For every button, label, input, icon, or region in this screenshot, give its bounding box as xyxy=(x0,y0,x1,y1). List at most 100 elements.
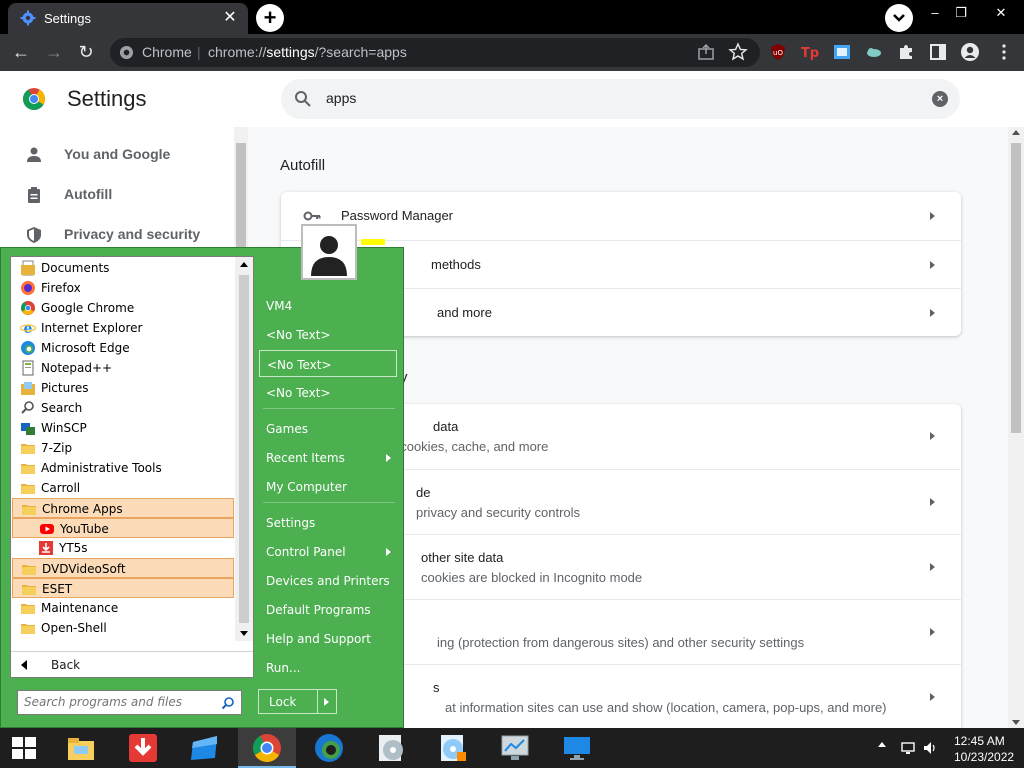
clock-time[interactable]: 12:45 AM xyxy=(954,734,1005,748)
start-menu-item-label: Devices and Printers xyxy=(266,574,390,588)
scroll-up-icon[interactable] xyxy=(1012,130,1020,135)
start-menu-item[interactable]: Recent Items xyxy=(259,444,397,471)
close-window-button[interactable]: ✕ xyxy=(986,2,1016,24)
back-arrow-icon xyxy=(21,660,27,670)
sidebar-item-autofill[interactable]: Autofill xyxy=(0,174,234,214)
start-menu-item[interactable]: VM4 xyxy=(259,292,397,319)
start-search-box[interactable] xyxy=(17,690,242,715)
start-menu-item[interactable]: Default Programs xyxy=(259,596,397,623)
program-item[interactable]: Documents xyxy=(12,258,234,278)
new-tab-button[interactable]: + xyxy=(256,4,284,32)
start-menu-item[interactable]: <No Text> xyxy=(259,379,397,406)
program-item[interactable]: e Internet Explorer xyxy=(12,318,234,338)
tab-settings[interactable]: Settings ✕ xyxy=(8,3,248,34)
program-item[interactable]: Carroll xyxy=(12,478,234,498)
scroll-thumb[interactable] xyxy=(236,143,246,249)
taskbar-app-button[interactable] xyxy=(114,728,172,768)
taskbar-app-button[interactable] xyxy=(424,728,482,768)
program-item[interactable]: WinSCP xyxy=(12,418,234,438)
reload-icon[interactable]: ↻ xyxy=(73,39,99,65)
back-arrow-icon[interactable]: ← xyxy=(8,39,34,65)
bookmark-star-icon[interactable] xyxy=(728,42,748,62)
start-menu-item[interactable]: Help and Support xyxy=(259,625,397,652)
program-label: Internet Explorer xyxy=(41,321,143,335)
user-picture[interactable] xyxy=(301,224,357,280)
lock-options-arrow-icon[interactable] xyxy=(324,698,329,706)
start-menu-item[interactable]: Devices and Printers xyxy=(259,567,397,594)
taskbar-app-button[interactable] xyxy=(238,728,296,768)
cloud-extension-icon[interactable] xyxy=(864,42,884,62)
blue-app-icon xyxy=(189,732,221,764)
start-search-input[interactable] xyxy=(24,695,214,709)
taskbar-app-button[interactable] xyxy=(300,728,358,768)
start-menu-item[interactable]: Settings xyxy=(259,509,397,536)
tab-search-button[interactable] xyxy=(885,4,913,32)
program-item[interactable]: Administrative Tools xyxy=(12,458,234,478)
scroll-thumb[interactable] xyxy=(1011,143,1021,433)
youtube-icon xyxy=(39,521,55,537)
address-bar[interactable]: Chrome | chrome://settings/?search=apps xyxy=(110,38,760,67)
program-item[interactable]: YouTube xyxy=(12,518,234,538)
chevron-right-icon xyxy=(930,212,935,220)
scroll-down-icon[interactable] xyxy=(240,631,248,636)
forward-arrow-icon[interactable]: → xyxy=(41,39,67,65)
program-item[interactable]: YT5s xyxy=(12,538,234,558)
volume-icon[interactable] xyxy=(922,740,938,756)
share-icon[interactable] xyxy=(696,42,716,62)
taskbar-app-button[interactable] xyxy=(486,728,544,768)
program-item[interactable]: Chrome Apps xyxy=(12,498,234,518)
settings-search-box[interactable]: × xyxy=(281,79,960,119)
restore-button[interactable]: ❐ xyxy=(946,2,976,24)
program-item[interactable]: Microsoft Edge xyxy=(12,338,234,358)
search-icon xyxy=(20,400,36,416)
start-menu-item[interactable]: Control Panel xyxy=(259,538,397,565)
scroll-up-icon[interactable] xyxy=(240,262,248,267)
settings-search-input[interactable] xyxy=(326,90,886,106)
program-item[interactable]: 7-Zip xyxy=(12,438,234,458)
start-menu-item[interactable]: My Computer xyxy=(259,473,397,500)
scroll-down-icon[interactable] xyxy=(1012,720,1020,725)
taskbar-app-button[interactable] xyxy=(548,728,606,768)
programs-scrollbar[interactable] xyxy=(235,257,253,641)
start-menu-item[interactable]: <No Text> xyxy=(259,321,397,348)
program-item[interactable]: Open-Shell xyxy=(12,618,234,638)
lock-button[interactable]: Lock xyxy=(258,689,337,714)
profile-avatar-icon[interactable] xyxy=(960,42,980,62)
start-menu-item[interactable]: Run... xyxy=(259,654,397,681)
screenshot-extension-icon[interactable] xyxy=(832,42,852,62)
taskbar-app-button[interactable] xyxy=(52,728,110,768)
tp-extension-icon[interactable]: Tp xyxy=(800,42,820,62)
scroll-thumb[interactable] xyxy=(239,275,249,623)
password-manager-row[interactable]: Password Manager xyxy=(281,192,961,240)
program-item[interactable]: Google Chrome xyxy=(12,298,234,318)
clock-date[interactable]: 10/23/2022 xyxy=(954,750,1014,764)
main-scrollbar[interactable] xyxy=(1008,127,1024,728)
program-item[interactable]: Notepad++ xyxy=(12,358,234,378)
start-button[interactable] xyxy=(0,728,48,768)
program-item[interactable]: DVDVideoSoft xyxy=(12,558,234,578)
system-tray: 12:45 AM 10/23/2022 xyxy=(874,728,1024,768)
search-icon xyxy=(221,697,234,710)
program-item[interactable]: Firefox xyxy=(12,278,234,298)
side-panel-icon[interactable] xyxy=(928,42,948,62)
back-button[interactable]: Back xyxy=(11,651,253,675)
program-item[interactable]: Pictures xyxy=(12,378,234,398)
start-menu-item[interactable]: <No Text> xyxy=(259,350,397,377)
program-item[interactable]: ESET xyxy=(12,578,234,598)
ublock-icon[interactable]: uO xyxy=(768,42,788,62)
folder-icon xyxy=(21,581,37,597)
taskbar-app-button[interactable] xyxy=(362,728,420,768)
row-label: de xyxy=(416,485,431,500)
network-icon[interactable] xyxy=(900,740,916,756)
program-item[interactable]: Maintenance xyxy=(12,598,234,618)
show-hidden-icons-icon[interactable] xyxy=(878,742,886,747)
kebab-menu-icon[interactable] xyxy=(994,42,1014,62)
tab-close-icon[interactable]: ✕ xyxy=(220,8,240,28)
clear-search-icon[interactable]: × xyxy=(932,91,948,107)
sidebar-item-you-and-google[interactable]: You and Google xyxy=(0,134,234,174)
taskbar-app-button[interactable] xyxy=(176,728,234,768)
puzzle-extensions-icon[interactable] xyxy=(896,42,916,62)
sidebar-scrollbar[interactable] xyxy=(234,127,248,249)
start-menu-item[interactable]: Games xyxy=(259,415,397,442)
program-item[interactable]: Search xyxy=(12,398,234,418)
